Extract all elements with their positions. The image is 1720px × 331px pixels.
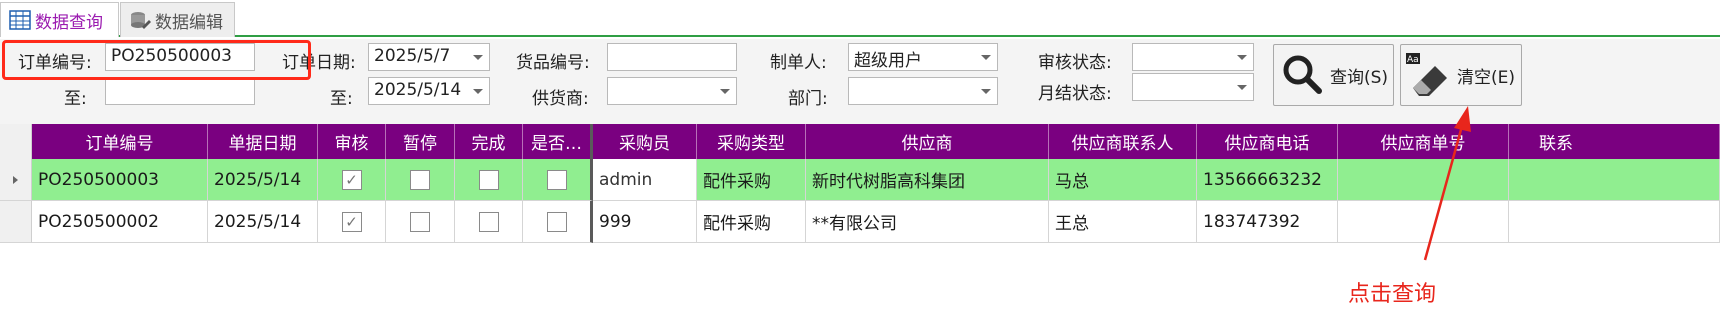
annotation-text: 点击查询 — [1348, 282, 1437, 307]
annotation-arrow — [1423, 106, 1471, 261]
